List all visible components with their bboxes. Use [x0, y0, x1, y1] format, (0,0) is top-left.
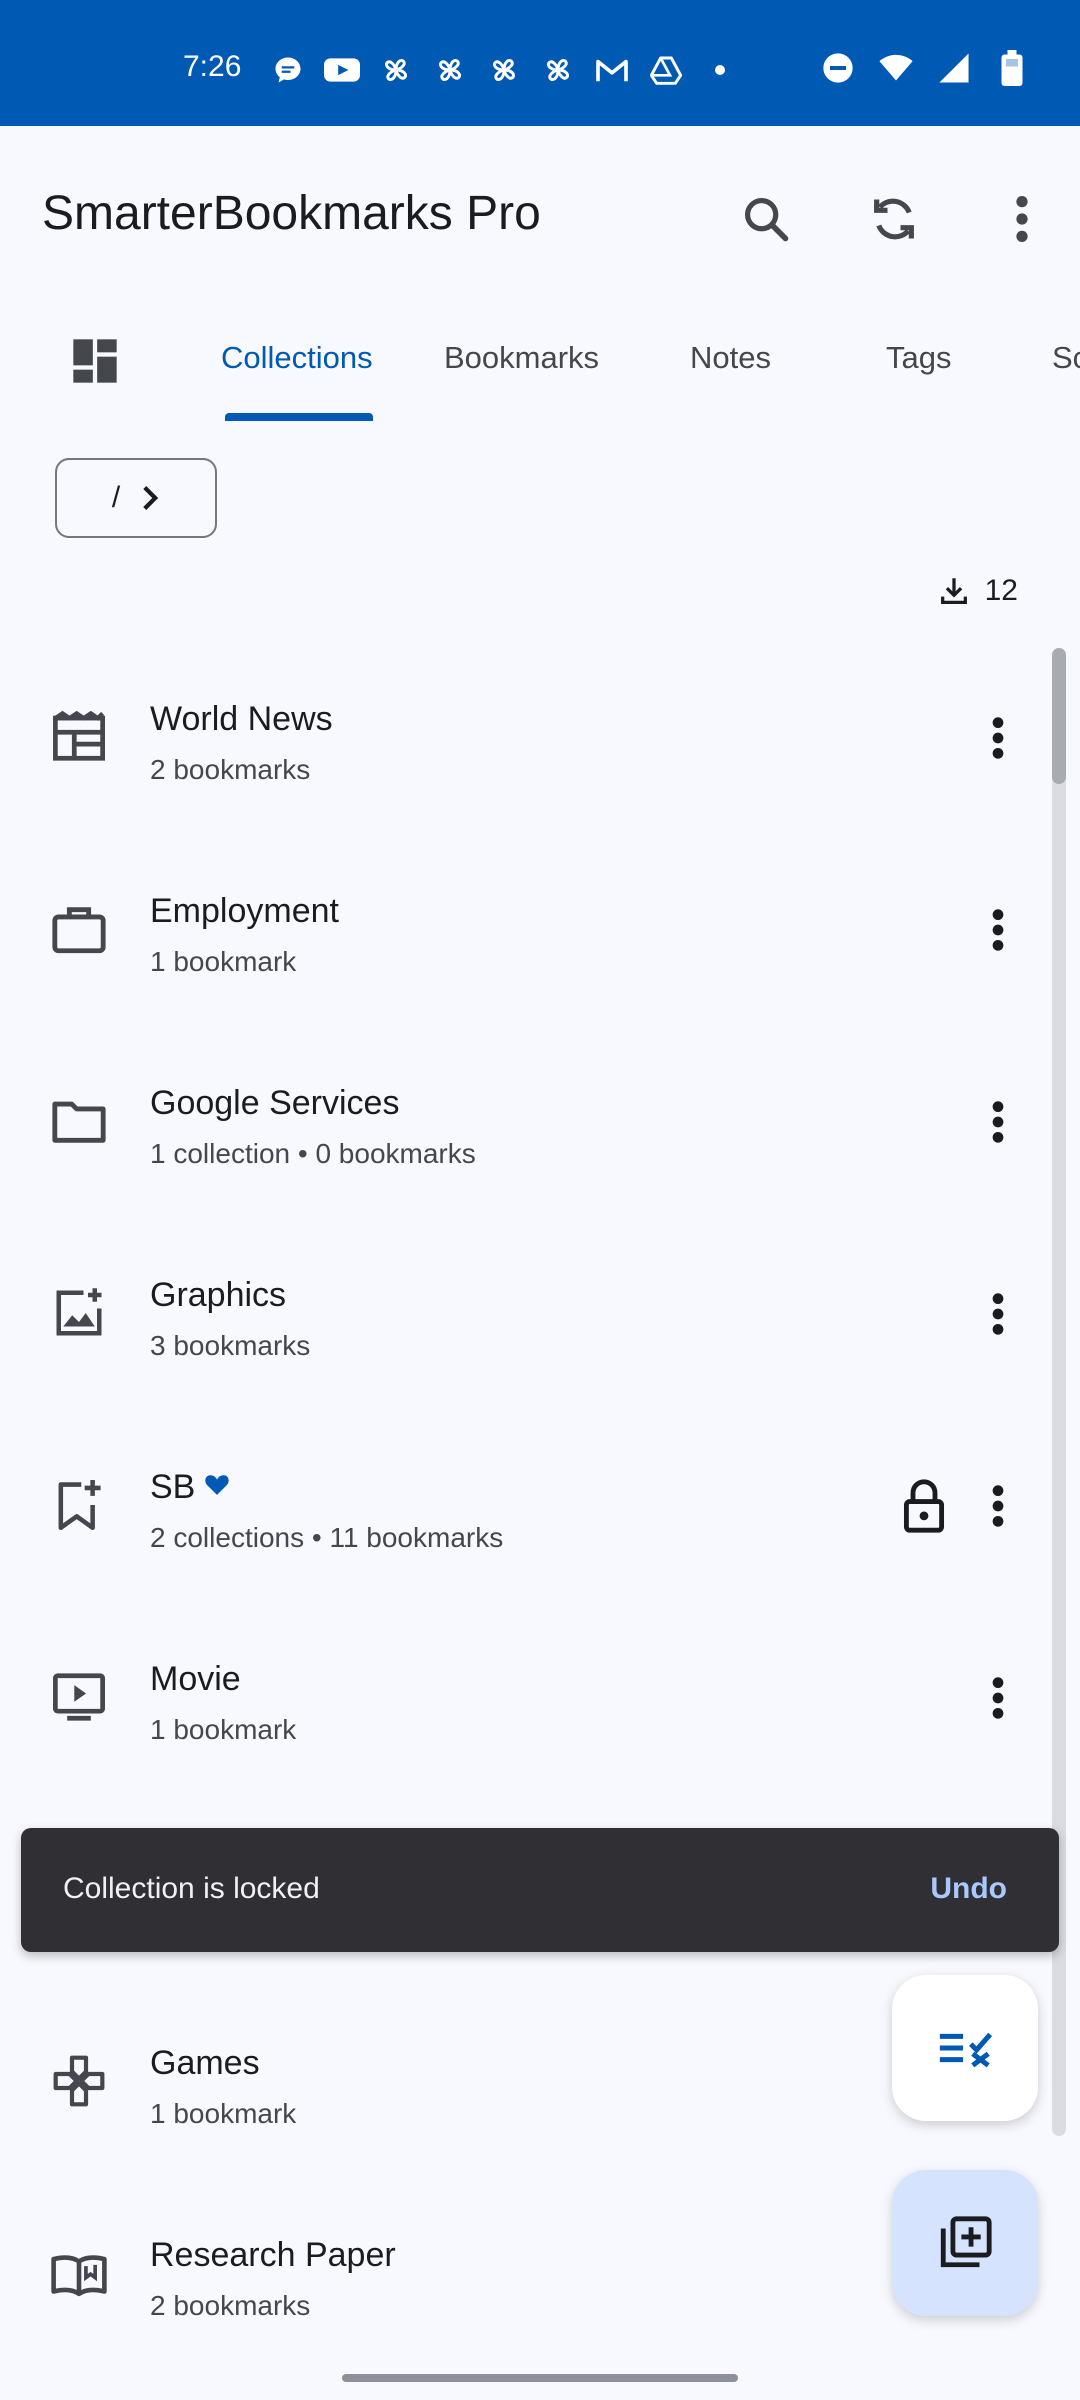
undo-button[interactable]: Undo — [930, 1872, 1007, 1906]
tab-dashboard[interactable] — [60, 326, 130, 396]
list-item-title: Google Services — [150, 1084, 400, 1122]
search-button[interactable] — [718, 171, 814, 267]
list-item[interactable]: SB 2 collections • 11 bookmarks — [0, 1412, 1050, 1604]
chevron-right-icon — [143, 486, 159, 510]
list-item-title: Research Paper — [150, 2236, 396, 2274]
more-vert-icon — [992, 909, 1004, 951]
pinwheel-icon — [432, 52, 468, 88]
more-vert-icon — [1016, 196, 1028, 242]
list-item-title-text: SB — [150, 1468, 196, 1506]
download-icon — [940, 578, 967, 604]
folder-icon — [44, 1086, 114, 1156]
list-item[interactable]: World News 2 bookmarks — [0, 644, 1050, 836]
count-value: 12 — [984, 574, 1018, 607]
more-vert-icon — [992, 1485, 1004, 1527]
list-item-subtitle: 1 collection • 0 bookmarks — [150, 1138, 476, 1169]
breadcrumb[interactable]: / — [55, 458, 217, 538]
item-menu-button[interactable] — [966, 1274, 1030, 1354]
more-vert-icon — [992, 1677, 1004, 1719]
tab-tags[interactable]: Tags — [886, 340, 951, 376]
add-collection-fab[interactable] — [892, 2170, 1038, 2316]
newspaper-icon — [44, 702, 114, 772]
tab-bookmarks[interactable]: Bookmarks — [444, 340, 599, 376]
list-item-subtitle: 3 bookmarks — [150, 1330, 311, 1361]
item-menu-button[interactable] — [966, 890, 1030, 970]
list-item-subtitle: 1 bookmark — [150, 2098, 297, 2129]
pinwheel-icon — [378, 52, 414, 88]
tab-collections[interactable]: Collections — [221, 340, 373, 376]
pinwheel-icon — [486, 52, 522, 88]
lock-icon — [892, 1468, 956, 1544]
list-item-title: World News — [150, 700, 333, 738]
item-menu-button[interactable] — [966, 1466, 1030, 1546]
snackbar: Collection is locked Undo — [21, 1828, 1059, 1952]
play-icon — [44, 1662, 114, 1732]
list-item[interactable]: Employment 1 bookmark — [0, 836, 1050, 1028]
gesture-nav-handle[interactable] — [342, 2374, 738, 2382]
list-item[interactable]: Movie 1 bookmark — [0, 1604, 1050, 1796]
list-item-subtitle: 2 collections • 11 bookmarks — [150, 1522, 504, 1553]
wifi-icon — [878, 50, 914, 86]
breadcrumb-root: / — [111, 481, 121, 514]
notification-icons — [270, 52, 738, 88]
book-icon — [44, 2238, 114, 2308]
checklist-icon — [939, 2032, 993, 2068]
list-item-title: Games — [150, 2044, 260, 2082]
list-item-title: Graphics — [150, 1276, 287, 1314]
more-vert-icon — [992, 717, 1004, 759]
bookmark-add-icon — [44, 1470, 114, 1540]
drive-icon — [648, 52, 684, 88]
list-item-subtitle: 2 bookmarks — [150, 754, 311, 785]
dnd-icon — [820, 50, 856, 86]
more-vert-icon — [992, 1293, 1004, 1335]
more-options-button[interactable] — [974, 171, 1070, 267]
dashboard-icon — [73, 339, 117, 383]
list-item[interactable]: Graphics 3 bookmarks — [0, 1220, 1050, 1412]
list-item-subtitle: 1 bookmark — [150, 1714, 297, 1745]
status-time: 7:26 — [183, 50, 242, 83]
signal-icon — [936, 50, 972, 86]
list-item-title: Employment — [150, 892, 339, 930]
battery-icon — [994, 50, 1030, 86]
youtube-icon — [324, 52, 360, 88]
briefcase-icon — [44, 894, 114, 964]
list-item-title: SB — [150, 1468, 231, 1507]
sync-icon — [874, 198, 914, 240]
status-bar: 7:26 — [0, 0, 1080, 126]
list-item[interactable]: Google Services 1 collection • 0 bookmar… — [0, 1028, 1050, 1220]
more-vert-icon — [992, 1101, 1004, 1143]
messages-icon — [270, 52, 306, 88]
item-menu-button[interactable] — [966, 1658, 1030, 1738]
sync-button[interactable] — [846, 171, 942, 267]
collection-list: World News 2 bookmarks Employment 1 book… — [0, 644, 1050, 2372]
system-icons — [820, 50, 1030, 86]
item-menu-button[interactable] — [966, 698, 1030, 778]
select-mode-fab[interactable] — [892, 1975, 1038, 2121]
heart-icon — [205, 1475, 230, 1495]
gmail-icon — [594, 52, 630, 88]
library-add-icon — [940, 2216, 992, 2268]
tab-indicator — [225, 413, 373, 421]
snackbar-message: Collection is locked — [63, 1872, 320, 1905]
dot-icon — [702, 52, 738, 88]
scrollbar-thumb[interactable] — [1052, 648, 1066, 784]
gamepad-icon — [44, 2046, 114, 2116]
list-item-subtitle: 1 bookmark — [150, 946, 297, 977]
search-icon — [744, 197, 789, 242]
tab-partial[interactable]: Sc — [1052, 340, 1080, 376]
tab-notes[interactable]: Notes — [690, 340, 771, 376]
top-app-bar: SmarterBookmarks Pro — [0, 126, 1080, 296]
collection-count: 12 — [937, 574, 1018, 608]
list-item-title: Movie — [150, 1660, 241, 1698]
pinwheel-icon — [540, 52, 576, 88]
list-item-subtitle: 2 bookmarks — [150, 2290, 311, 2321]
app-title: SmarterBookmarks Pro — [42, 187, 541, 240]
add-photo-icon — [44, 1278, 114, 1348]
item-menu-button[interactable] — [966, 1082, 1030, 1162]
tab-row: Collections Bookmarks Notes Tags Sc — [0, 300, 1080, 424]
